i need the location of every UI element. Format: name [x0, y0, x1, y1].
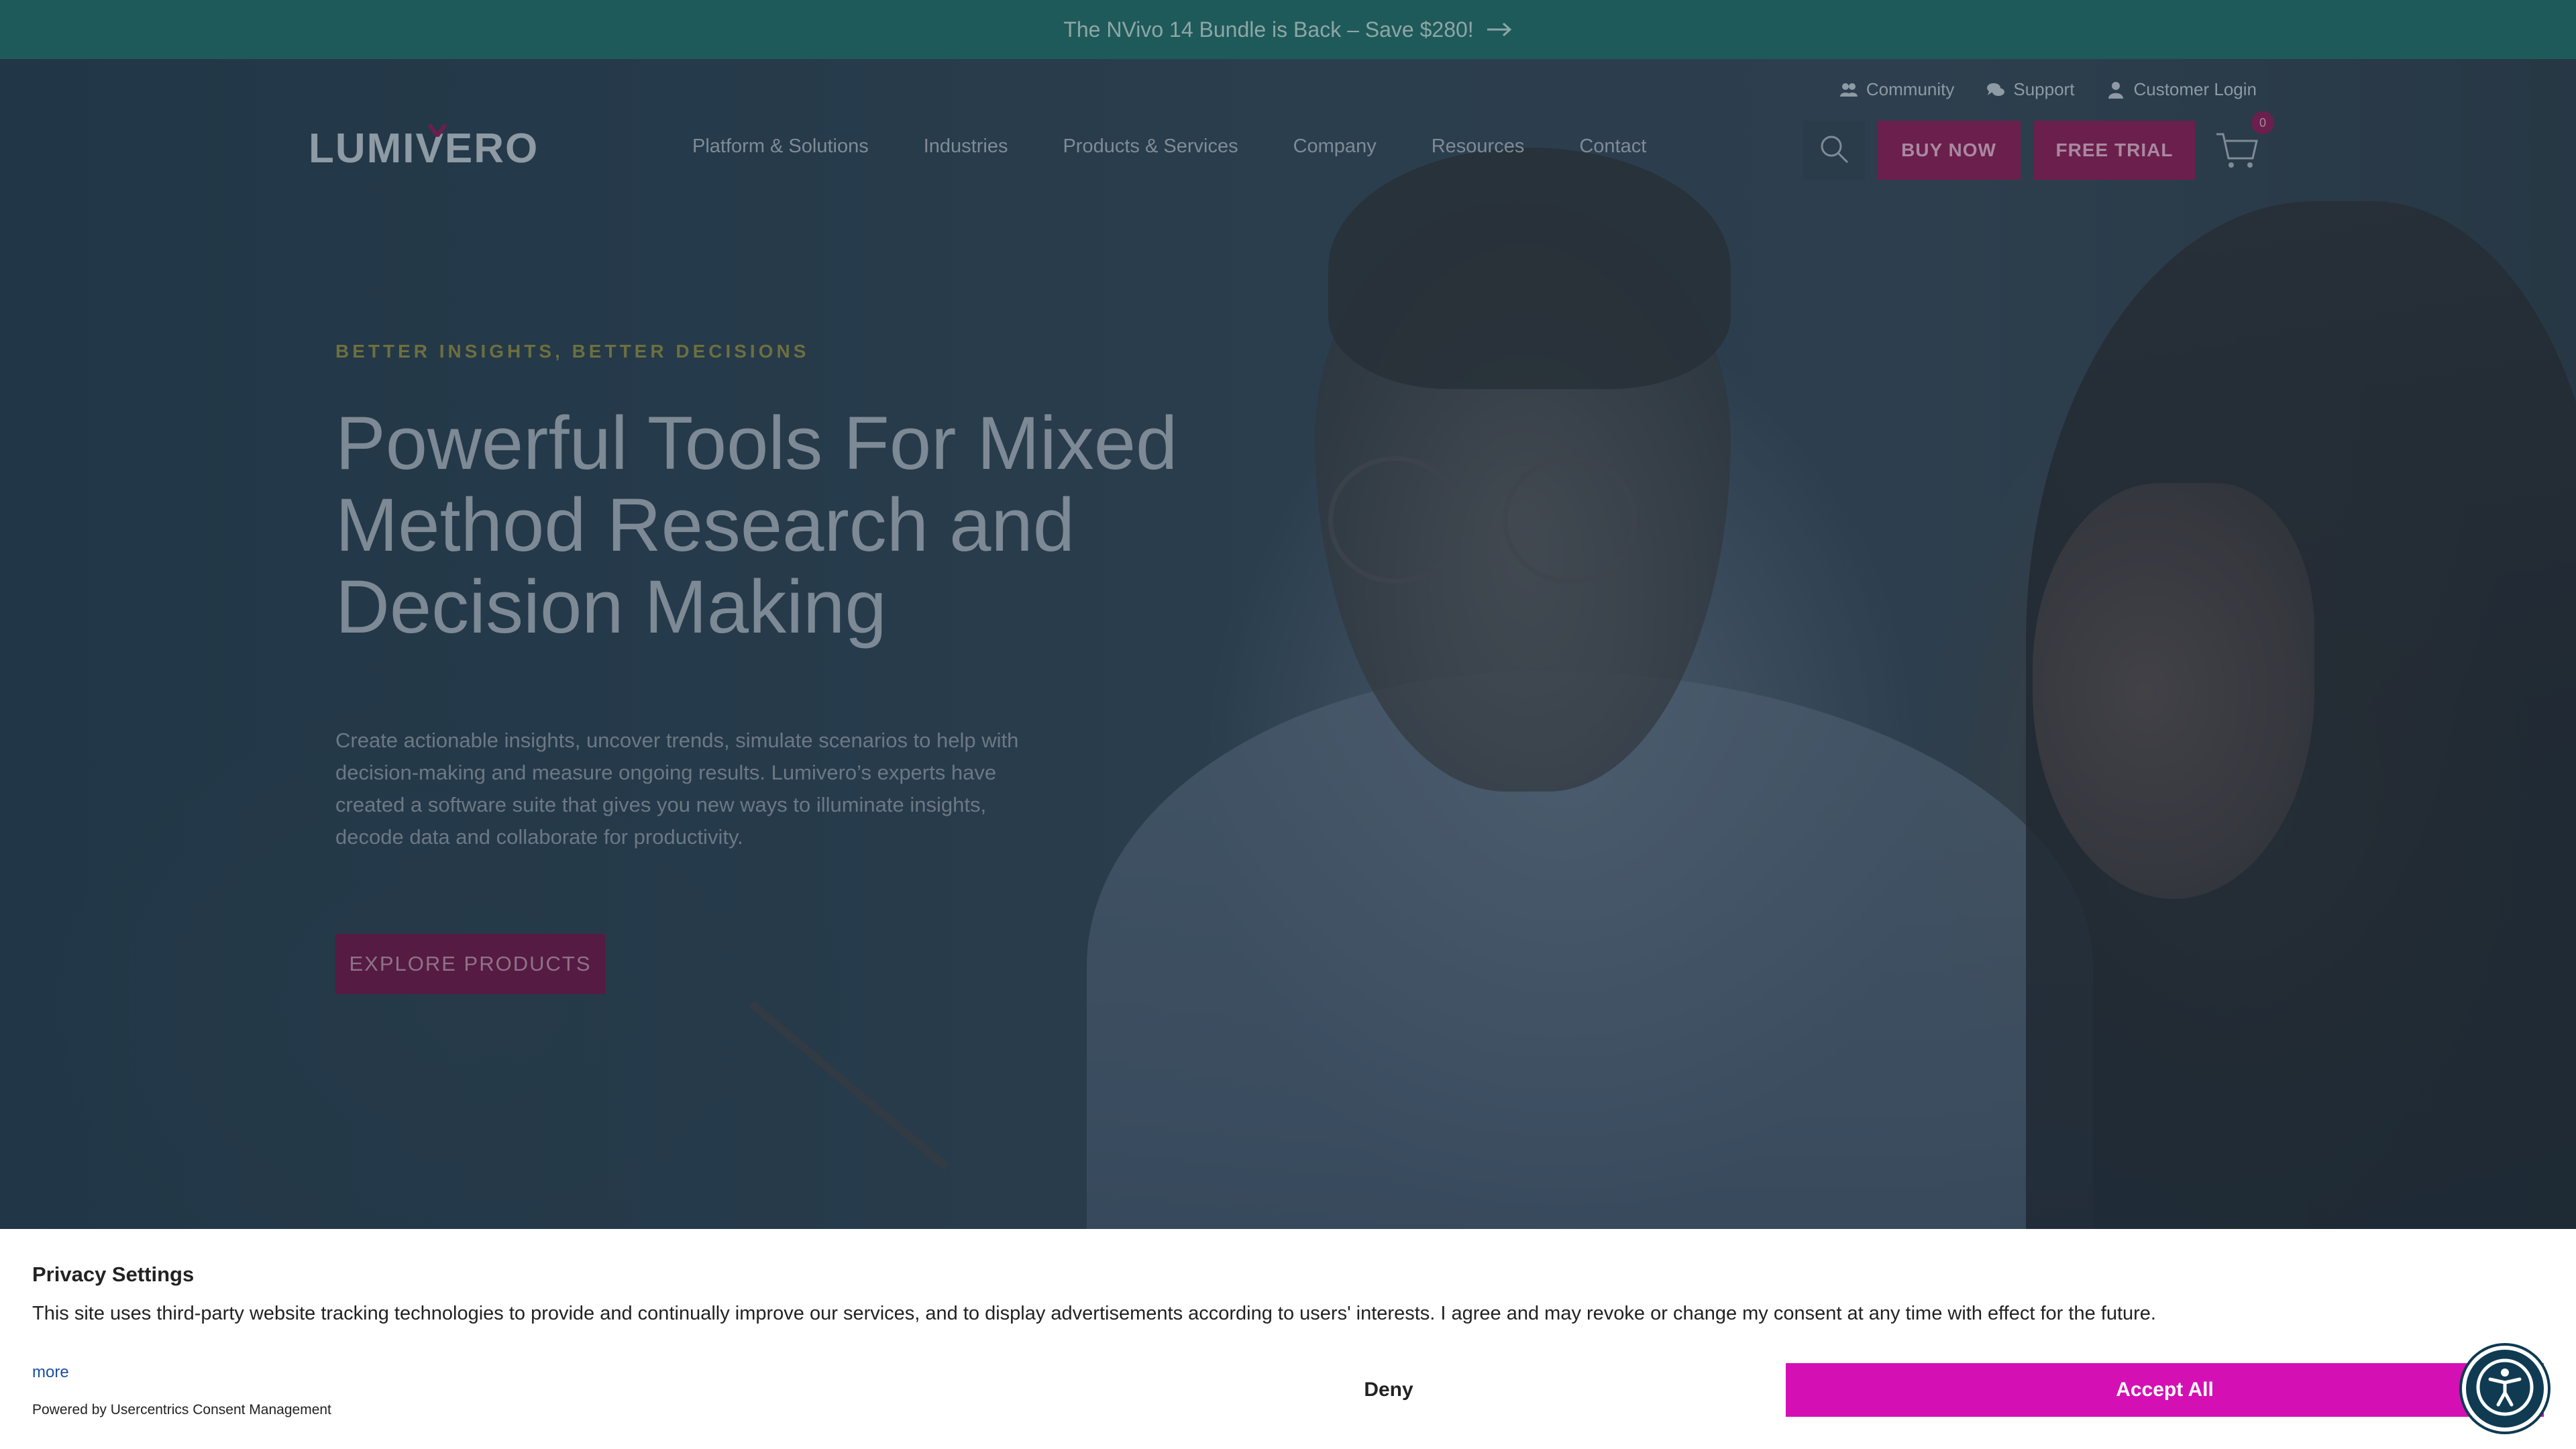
search-button[interactable]	[1803, 121, 1865, 180]
search-icon	[1818, 133, 1850, 168]
utility-link-label: Support	[2013, 79, 2075, 99]
utility-link-label: Customer Login	[2133, 79, 2257, 99]
consent-title: Privacy Settings	[32, 1263, 195, 1286]
utility-link-label: Community	[1866, 79, 1955, 99]
nav-item-contact[interactable]: Contact	[1579, 136, 1646, 158]
explore-products-button[interactable]: EXPLORE PRODUCTS	[335, 934, 605, 994]
logo-text: LUMIVERO	[309, 125, 539, 172]
utility-link-support[interactable]: Support	[1986, 79, 2074, 100]
free-trial-button[interactable]: FREE TRIAL	[2034, 121, 2195, 180]
main-nav: Platform & Solutions Industries Products…	[692, 136, 1646, 158]
hero-eyebrow: BETTER INSIGHTS, BETTER DECISIONS	[335, 341, 810, 362]
nav-item-products-services[interactable]: Products & Services	[1063, 136, 1238, 158]
utility-link-community[interactable]: Community	[1839, 79, 1954, 100]
user-icon	[2106, 80, 2125, 99]
nav-item-platform-solutions[interactable]: Platform & Solutions	[692, 136, 869, 158]
consent-deny-button[interactable]: Deny	[1315, 1363, 1462, 1417]
consent-more-link[interactable]: more	[32, 1363, 69, 1382]
announcement-text[interactable]: The NVivo 14 Bundle is Back – Save $280!	[1063, 17, 1473, 42]
buy-now-button[interactable]: BUY NOW	[1877, 121, 2021, 180]
site-logo[interactable]: LUMIVERO	[309, 123, 539, 172]
arrow-right-icon	[1486, 17, 1513, 42]
utility-link-customer-login[interactable]: Customer Login	[2106, 79, 2257, 100]
announcement-bar[interactable]: The NVivo 14 Bundle is Back – Save $280!	[0, 0, 2576, 59]
consent-text: This site uses third-party website track…	[32, 1303, 2156, 1324]
privacy-consent-banner: Privacy Settings This site uses third-pa…	[0, 1229, 2576, 1449]
accessibility-widget-button[interactable]	[2462, 1346, 2548, 1432]
consent-powered-by: Powered by Usercentrics Consent Manageme…	[32, 1402, 331, 1417]
community-icon	[1839, 80, 1858, 99]
chat-bubbles-icon	[1986, 80, 2005, 99]
cart-count-badge: 0	[2251, 111, 2274, 134]
nav-item-company[interactable]: Company	[1293, 136, 1377, 158]
logo-mark-icon	[427, 119, 447, 139]
accessibility-icon	[2473, 1355, 2537, 1423]
cart-icon[interactable]	[2214, 127, 2261, 174]
nav-item-industries[interactable]: Industries	[924, 136, 1008, 158]
consent-accept-all-button[interactable]: Accept All	[1786, 1363, 2544, 1417]
hero-body-text: Create actionable insights, uncover tren…	[335, 729, 1019, 849]
nav-item-resources[interactable]: Resources	[1432, 136, 1525, 158]
hero-headline: Powerful Tools For Mixed Method Research…	[335, 401, 1178, 649]
utility-links: Community Support Customer Login	[1839, 79, 2257, 100]
